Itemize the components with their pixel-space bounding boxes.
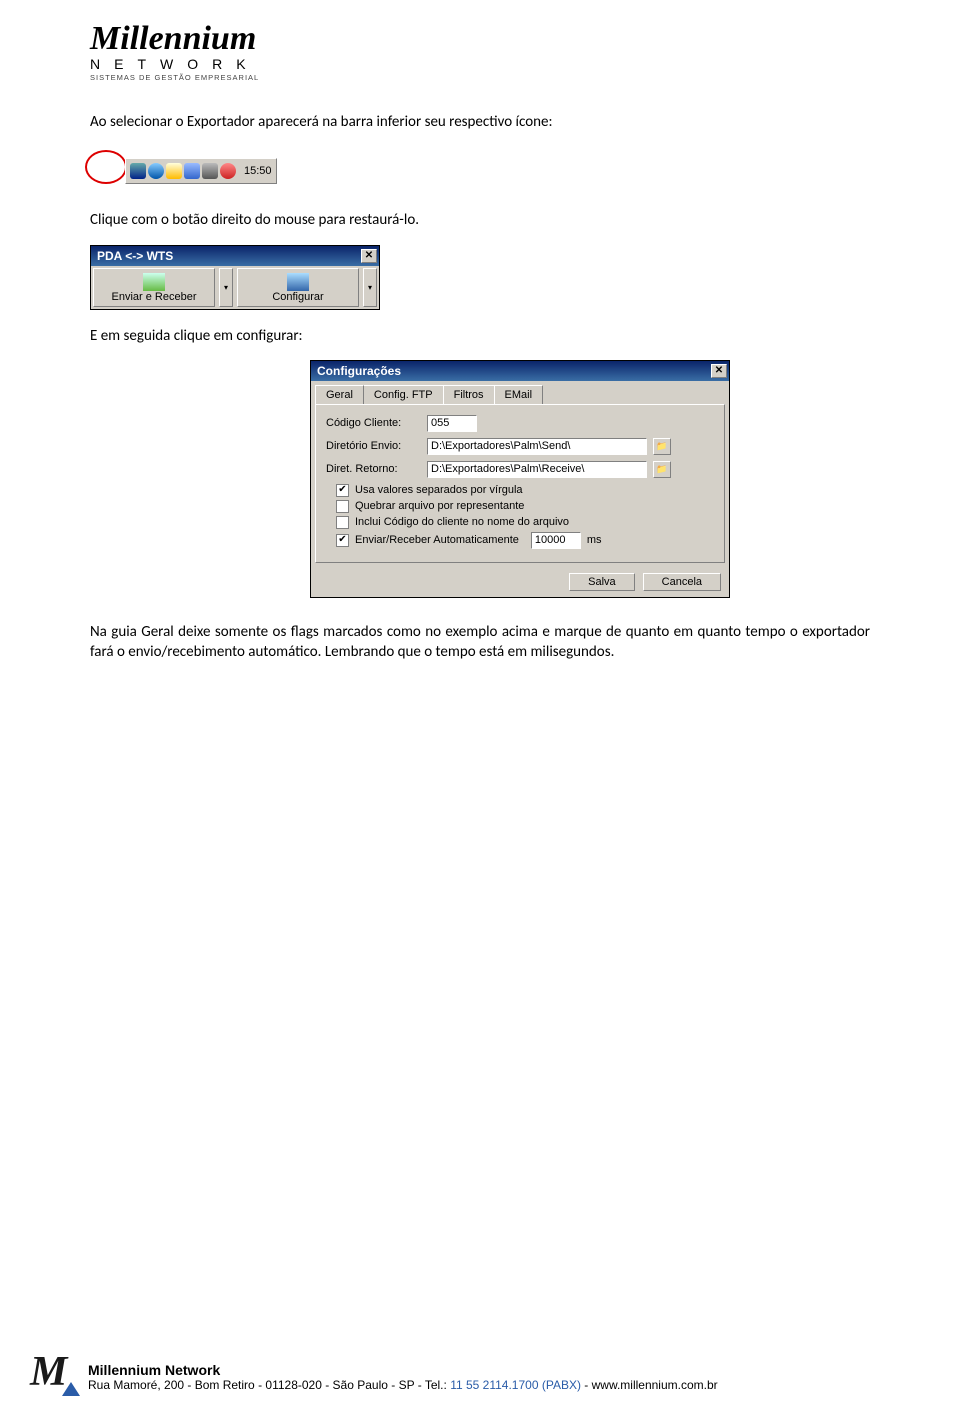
pda-title: PDA <-> WTS [97, 249, 173, 263]
interval-input[interactable] [531, 532, 581, 549]
close-icon[interactable]: ✕ [711, 364, 727, 378]
footer-text: Millennium Network Rua Mamoré, 200 - Bom… [88, 1362, 718, 1392]
tray-icon[interactable] [130, 163, 146, 179]
checkbox-auto[interactable]: ✔ [336, 534, 349, 547]
page-footer: M Millennium Network Rua Mamoré, 200 - B… [0, 1344, 960, 1410]
configure-button[interactable]: Configurar [237, 268, 359, 307]
paragraph-1: Ao selecionar o Exportador aparecerá na … [90, 112, 870, 132]
config-dialog: Configurações ✕ Geral Config. FTP Filtro… [310, 360, 730, 598]
systray-figure: 15:50 [85, 146, 305, 196]
configure-icon [287, 273, 309, 291]
checkbox-quebrar-label: Quebrar arquivo por representante [355, 500, 524, 512]
pda-titlebar: PDA <-> WTS ✕ [91, 246, 379, 266]
codigo-label: Código Cliente: [326, 417, 421, 429]
paragraph-3: E em seguida clique em configurar: [90, 326, 870, 346]
checkbox-inclui-codigo-label: Inclui Código do cliente no nome do arqu… [355, 516, 569, 528]
brand-sub2: SISTEMAS DE GESTÃO EMPRESARIAL [90, 73, 870, 82]
footer-address-b: 11 55 2114.1700 (PABX) [450, 1378, 581, 1392]
checkbox-csv-label: Usa valores separados por vírgula [355, 484, 523, 496]
dir-retorno-input[interactable] [427, 461, 647, 478]
config-titlebar: Configurações ✕ [311, 361, 729, 381]
send-receive-icon [143, 273, 165, 291]
checkbox-quebrar[interactable] [336, 500, 349, 513]
tab-geral[interactable]: Geral [315, 385, 364, 404]
brand-name: Millennium [90, 20, 870, 58]
dir-envio-label: Diretório Envio: [326, 440, 421, 452]
brand-sub1: NETWORK [90, 56, 870, 72]
footer-address-c: - www.millennium.com.br [581, 1378, 718, 1392]
tab-email[interactable]: EMail [494, 385, 544, 404]
tray-icon[interactable] [166, 163, 182, 179]
tray-clock: 15:50 [244, 165, 272, 177]
tray-icon[interactable] [148, 163, 164, 179]
checkbox-csv[interactable]: ✔ [336, 484, 349, 497]
tray-icon[interactable] [184, 163, 200, 179]
paragraph-2: Clique com o botão direito do mouse para… [90, 210, 870, 230]
dir-retorno-label: Diret. Retorno: [326, 463, 421, 475]
config-tabs: Geral Config. FTP Filtros EMail [311, 381, 729, 404]
codigo-input[interactable] [427, 415, 477, 432]
checkbox-auto-label: Enviar/Receber Automaticamente [355, 534, 519, 546]
dropdown-icon[interactable]: ▾ [219, 268, 233, 307]
dir-envio-input[interactable] [427, 438, 647, 455]
cancela-button[interactable]: Cancela [643, 573, 721, 591]
tray-icon[interactable] [220, 163, 236, 179]
send-receive-label: Enviar e Receber [112, 291, 197, 303]
paragraph-4: Na guia Geral deixe somente os flags mar… [90, 622, 870, 663]
footer-company: Millennium Network [88, 1362, 718, 1378]
dropdown-icon[interactable]: ▾ [363, 268, 377, 307]
checkbox-inclui-codigo[interactable] [336, 516, 349, 529]
tab-filtros[interactable]: Filtros [443, 385, 495, 404]
brand-logo: Millennium NETWORK SISTEMAS DE GESTÃO EM… [90, 20, 870, 82]
salva-button[interactable]: Salva [569, 573, 635, 591]
configure-label: Configurar [272, 291, 323, 303]
tab-ftp[interactable]: Config. FTP [363, 385, 444, 404]
ms-label: ms [587, 534, 602, 546]
pda-window: PDA <-> WTS ✕ Enviar e Receber ▾ Configu… [90, 245, 380, 310]
highlight-circle-icon [85, 150, 127, 184]
close-icon[interactable]: ✕ [361, 249, 377, 263]
browse-icon[interactable]: 📁 [653, 461, 671, 478]
config-title: Configurações [317, 364, 401, 378]
systray: 15:50 [125, 158, 277, 184]
config-panel: Código Cliente: Diretório Envio: 📁 Diret… [315, 404, 725, 563]
send-receive-button[interactable]: Enviar e Receber [93, 268, 215, 307]
tray-icon[interactable] [202, 163, 218, 179]
footer-address-a: Rua Mamoré, 200 - Bom Retiro - 01128-020… [88, 1378, 450, 1392]
footer-logo-icon: M [30, 1358, 74, 1396]
browse-icon[interactable]: 📁 [653, 438, 671, 455]
